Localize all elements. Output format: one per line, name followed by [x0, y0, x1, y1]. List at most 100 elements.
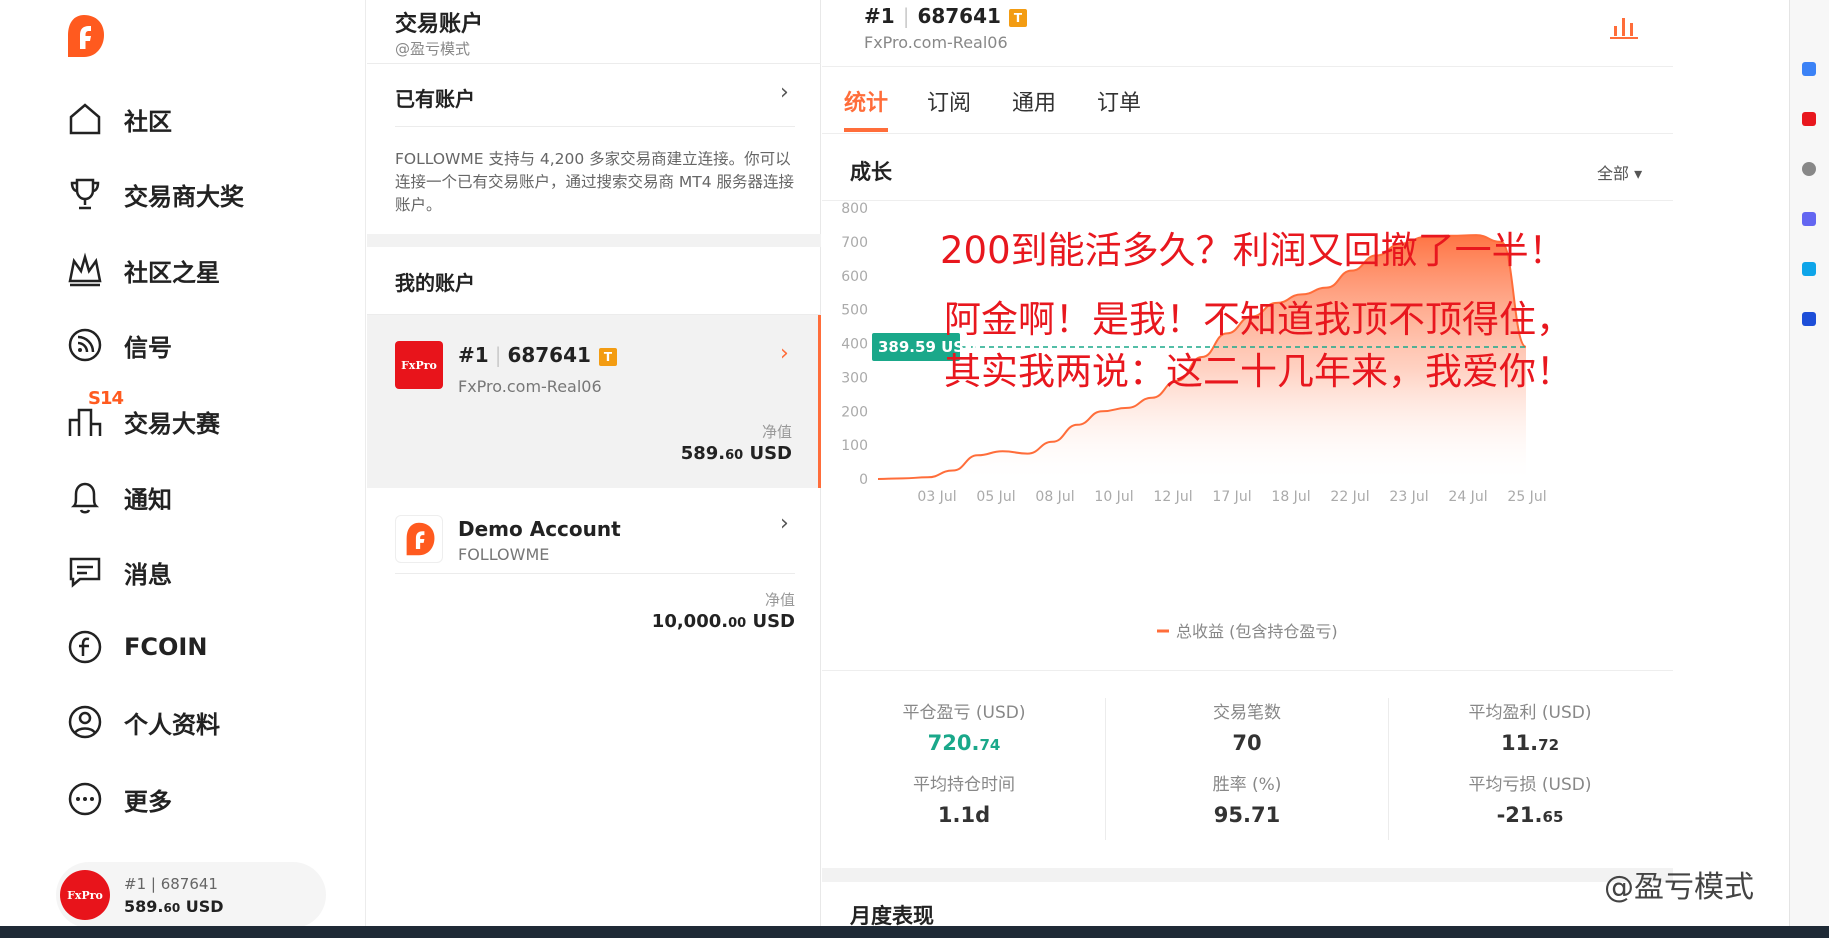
sidebar-item-label: 社区之星	[124, 258, 220, 287]
pill-account-id: #1 | 687641	[124, 874, 218, 893]
os-taskbar	[0, 926, 1829, 938]
connect-description: FOLLOWME 支持与 4,200 多家交易商建立连接。你可以连接一个已有交易…	[395, 150, 795, 214]
y-tick-label: 200	[841, 404, 868, 420]
sidebar-item-6[interactable]: 消息	[66, 550, 172, 594]
tab-general[interactable]: 通用	[1012, 85, 1056, 117]
sidebar-item-label: FCOIN	[124, 633, 208, 661]
account-server: FxPro.com-Real06	[864, 33, 1008, 52]
home-icon	[66, 100, 104, 138]
crown-icon	[66, 251, 104, 289]
my-accounts-heading: 我的账户	[395, 271, 475, 295]
y-tick-label: 0	[859, 472, 868, 488]
overlay-caption-2: 阿金啊！是我！不知道我顶不顶得住， 其实我两说：这二十几年来，我爱你！	[944, 298, 1573, 393]
current-account-pill[interactable]: FxPro #1 | 687641 589.60 USD	[56, 862, 326, 928]
sidebar-item-1[interactable]: 交易商大奖	[66, 172, 244, 216]
sidebar-item-9[interactable]: 更多	[66, 777, 172, 821]
y-tick-label: 300	[841, 370, 868, 386]
sidebar-item-label: 信号	[124, 333, 172, 362]
sidebar-item-2[interactable]: 社区之星	[66, 248, 220, 292]
trader-badge: T	[1008, 8, 1027, 27]
sidebar-item-7[interactable]: FCOIN	[66, 625, 207, 669]
equity-value: 589.60 USD	[680, 443, 792, 464]
account-header: #1 | 687641 T	[864, 4, 1027, 28]
sidebar-item-8[interactable]: 个人资料	[66, 700, 220, 744]
more-icon	[66, 780, 104, 818]
x-tick-label: 23 Jul	[1389, 489, 1428, 505]
accounts-panel: 交易账户 @盈亏模式 已有账户 › FOLLOWME 支持与 4,200 多家交…	[367, 0, 821, 938]
followme-logo[interactable]	[62, 13, 106, 59]
active-tab-indicator	[844, 128, 888, 132]
x-tick-label: 18 Jul	[1271, 489, 1310, 505]
divider	[367, 63, 821, 64]
extension-icon[interactable]	[1802, 112, 1816, 126]
equity-label: 净值	[761, 423, 792, 441]
panel-title: 交易账户	[395, 12, 484, 37]
browser-sidebar	[1789, 0, 1829, 938]
stat-avg-loss: 平均亏损 (USD) -21.65	[1468, 775, 1592, 827]
account-card-real[interactable]: FxPro #1 | 687641 T FxPro.com-Real06 › 净值 5…	[367, 315, 821, 488]
trader-badge: T	[598, 347, 617, 366]
x-tick-label: 22 Jul	[1330, 489, 1369, 505]
divider	[395, 126, 795, 127]
x-tick-label: 10 Jul	[1094, 489, 1133, 505]
existing-account-link[interactable]: 已有账户	[395, 83, 475, 112]
sidebar: 社区 交易商大奖 社区之星 信号 交易大赛 通知 消息 FCOIN 个人资料 更多 S14 FxP…	[0, 0, 366, 938]
extension-icon[interactable]	[1802, 162, 1816, 176]
divider	[1388, 698, 1389, 840]
stat-win-rate: 胜率 (%) 95.71	[1212, 775, 1282, 827]
section-separator	[367, 234, 821, 247]
extension-icon[interactable]	[1802, 62, 1816, 76]
app-root: 社区 交易商大奖 社区之星 信号 交易大赛 通知 消息 FCOIN 个人资料 更多 S14 FxP…	[0, 0, 1829, 938]
sidebar-item-label: 个人资料	[124, 710, 220, 739]
signal-icon	[66, 326, 104, 364]
sidebar-item-5[interactable]: 通知	[66, 475, 172, 519]
x-tick-label: 24 Jul	[1448, 489, 1487, 505]
y-tick-label: 600	[841, 269, 868, 285]
growth-range-dropdown[interactable]: 全部 ▾	[1597, 160, 1642, 184]
account-title: Demo Account	[458, 517, 621, 541]
tab-stats[interactable]: 统计	[844, 85, 888, 117]
user-icon	[66, 703, 104, 741]
tab-subscribe[interactable]: 订阅	[927, 85, 971, 117]
message-icon	[66, 553, 104, 591]
y-tick-label: 800	[841, 201, 868, 217]
fxpro-logo: FxPro	[395, 341, 443, 389]
section-separator	[822, 868, 1673, 882]
account-server: FOLLOWME	[458, 545, 550, 564]
stat-avg-hold-time: 平均持仓时间 1.1d	[913, 775, 1015, 827]
chevron-right-icon[interactable]: ›	[780, 511, 789, 536]
bar-chart-icon[interactable]	[1610, 14, 1638, 44]
equity-value: 10,000.00 USD	[651, 611, 795, 632]
sidebar-item-3[interactable]: 信号	[66, 323, 172, 367]
divider	[395, 573, 795, 574]
fcoin-icon	[66, 628, 104, 666]
browser-side-strip	[1674, 0, 1829, 938]
sidebar-item-0[interactable]: 社区	[66, 97, 172, 141]
y-tick-label: 400	[841, 337, 868, 353]
account-card-demo[interactable]: Demo Account FOLLOWME › 净值 10,000.00 USD	[367, 489, 821, 649]
sidebar-item-label: 交易大赛	[124, 409, 220, 438]
equity-label: 净值	[764, 591, 795, 609]
chevron-right-icon[interactable]: ›	[780, 80, 789, 105]
overlay-caption-1: 200到能活多久？利润又回撤了一半！	[940, 229, 1566, 272]
detail-tabs: 统计 订阅 通用 订单	[822, 66, 1673, 134]
growth-title: 成长	[850, 160, 892, 184]
x-tick-label: 08 Jul	[1035, 489, 1074, 505]
account-server: FxPro.com-Real06	[458, 377, 602, 396]
y-tick-label: 500	[841, 303, 868, 319]
x-tick-label: 03 Jul	[917, 489, 956, 505]
sidebar-item-label: 消息	[124, 560, 172, 589]
chevron-right-icon[interactable]: ›	[780, 341, 789, 366]
account-detail-panel: #1 | 687641 T FxPro.com-Real06 统计 订阅 通用 订单 …	[822, 0, 1673, 938]
x-tick-label: 12 Jul	[1153, 489, 1192, 505]
stat-trade-count: 交易笔数 70	[1213, 703, 1281, 755]
sidebar-item-label: 通知	[124, 485, 172, 514]
extension-icon[interactable]	[1802, 312, 1816, 326]
extension-icon[interactable]	[1802, 212, 1816, 226]
x-tick-label: 17 Jul	[1212, 489, 1251, 505]
y-tick-label: 100	[841, 438, 868, 454]
bell-icon	[66, 478, 104, 516]
x-tick-label: 25 Jul	[1507, 489, 1546, 505]
extension-icon[interactable]	[1802, 262, 1816, 276]
tab-orders[interactable]: 订单	[1097, 85, 1141, 117]
